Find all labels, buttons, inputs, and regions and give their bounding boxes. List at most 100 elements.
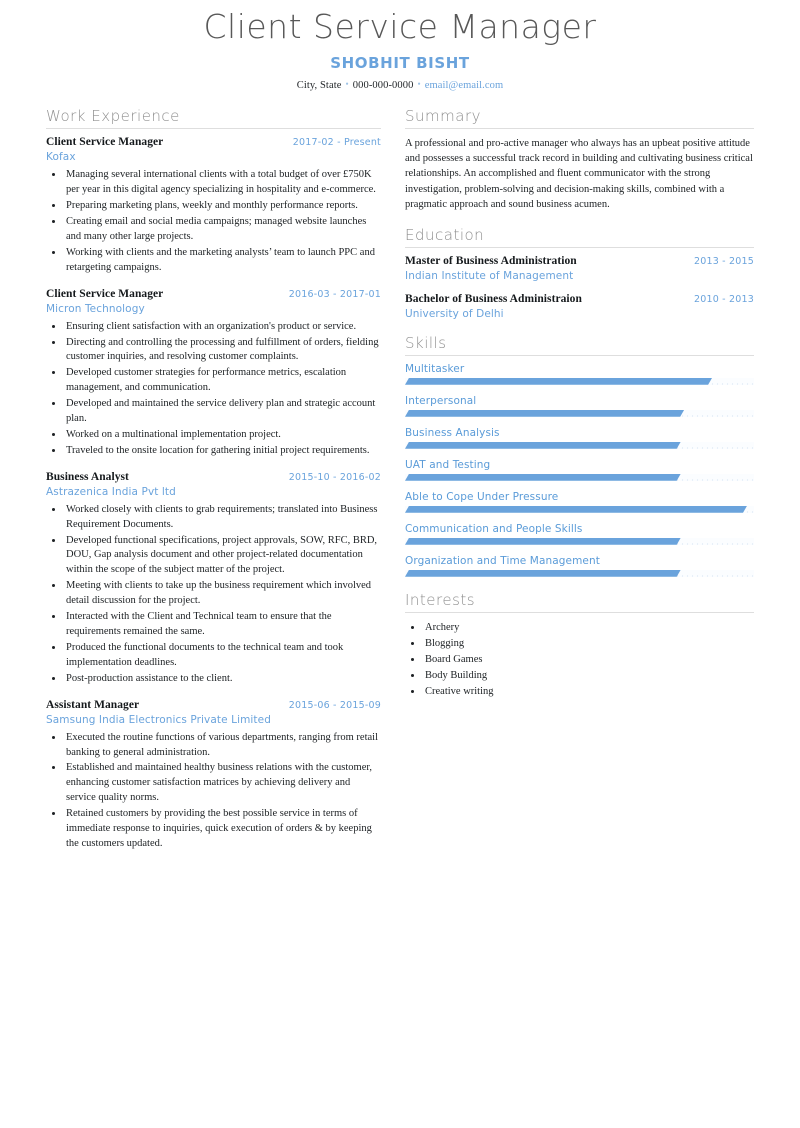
bullet-item: Established and maintained healthy busin… [64,761,381,806]
work-entry-company: Samsung India Electronics Private Limite… [46,713,271,726]
summary-text: A professional and pro-active manager wh… [405,138,753,210]
work-entry: Client Service Manager 2017-02 - Present K… [46,136,381,275]
contact-line: City, State • 000-000-0000 • email@email.com [0,79,800,91]
section-divider [405,354,754,356]
skill-progress-track [405,441,754,449]
bullet-item: Working with clients and the marketing a… [64,246,381,276]
work-entry-header: Assistant Manager 2015-06 - 2015-09 [46,699,381,711]
skill-progress-track [405,377,754,385]
skill-item: Able to Cope Under Pressure [405,491,754,513]
section-divider [405,128,754,130]
bullet-item: Worked on a multinational implementation… [64,428,381,443]
bullet-item: Retained customers by providing the best… [64,807,381,852]
skills-heading: Skills [405,333,447,352]
interest-item: Blogging [423,636,754,652]
work-entry-role: Assistant Manager [46,698,140,711]
left-column: Work Experience Client Service Manager 20… [46,107,395,864]
work-entry-company: Astrazenica India Pvt ltd [46,485,176,498]
skill-progress-track [405,473,754,481]
education-entry-header: Master of Business Administration 2013 - … [405,255,754,267]
skill-progress-fill [405,538,681,545]
bullet-item: Directing and controlling the processing… [64,336,381,366]
work-entry-date: 2016-03 - 2017-01 [288,288,381,300]
section-work-experience: Work Experience Client Service Manager 20… [46,107,381,852]
work-entry-role: Business Analyst [46,470,129,483]
skill-item: Interpersonal [405,395,754,417]
bullet-item: Meeting with clients to take up the busi… [64,579,381,609]
education-heading: Education [405,225,485,244]
section-divider [405,611,754,613]
right-column: Summary A professional and pro-active ma… [395,107,754,701]
resume-columns: Work Experience Client Service Manager 20… [0,107,800,864]
education-entry: Bachelor of Business Administraion 2010 -… [405,293,754,320]
section-divider [46,128,381,130]
education-entry-header: Bachelor of Business Administraion 2010 -… [405,293,754,305]
skill-progress-track [405,409,754,417]
candidate-name: SHOBHIT BISHT [330,54,470,73]
bullet-item: Preparing marketing plans, weekly and mo… [64,199,381,214]
interests-list: ArcheryBloggingBoard GamesBody BuildingC… [405,620,754,700]
summary-heading: Summary [405,107,481,126]
contact-email[interactable]: email@email.com [425,80,504,91]
education-degree: Master of Business Administration [405,254,577,267]
skill-item: Communication and People Skills [405,523,754,545]
bullet-item: Developed customer strategies for perfor… [64,366,381,396]
bullet-item: Traveled to the onsite location for gath… [64,444,381,459]
interest-item: Body Building [423,668,754,684]
contact-separator-1: • [345,79,349,90]
contact-separator-2: • [417,79,421,90]
contact-phone: 000-000-0000 [352,80,414,92]
skill-progress-fill [405,570,681,577]
section-education: Education Master of Business Administrat… [405,226,754,320]
work-entry-bullets: Managing several international clients w… [46,168,381,275]
section-skills: Skills Multitasker Interpersonal Business … [405,334,754,577]
work-entry-bullets: Worked closely with clients to grab requ… [46,503,381,687]
work-experience-heading: Work Experience [46,107,180,126]
skill-item: Business Analysis [405,427,754,449]
skill-label: Multitasker [405,362,465,375]
bullet-item: Ensuring client satisfaction with an org… [64,320,381,335]
work-entry-role: Client Service Manager [46,287,164,300]
skill-progress-track [405,537,754,545]
bullet-item: Managing several international clients w… [64,168,381,198]
work-entry-date: 2015-10 - 2016-02 [288,471,381,483]
skill-list: Multitasker Interpersonal Business Analysi… [405,363,754,577]
work-entry-company: Kofax [46,151,76,164]
education-entry: Master of Business Administration 2013 - … [405,255,754,282]
skill-item: Multitasker [405,363,754,385]
work-entry: Business Analyst 2015-10 - 2016-02 Astraze… [46,471,381,687]
bullet-item: Developed functional specifications, pro… [64,534,381,579]
work-entry-bullets: Ensuring client satisfaction with an org… [46,320,381,459]
skill-progress-track [405,569,754,577]
interest-item: Creative writing [423,684,754,700]
education-entry-list: Master of Business Administration 2013 - … [405,255,754,320]
bullet-item: Developed and maintained the service del… [64,397,381,427]
page-title: Client Service Manager [203,7,597,46]
bullet-item: Interacted with the Client and Technical… [64,610,381,640]
work-entry-company: Micron Technology [46,302,145,315]
skill-item: Organization and Time Management [405,555,754,577]
skill-item: UAT and Testing [405,459,754,481]
interest-item: Archery [423,620,754,636]
work-entry-date: 2017-02 - Present [292,137,381,149]
education-degree: Bachelor of Business Administraion [405,292,582,305]
education-date: 2013 - 2015 [693,255,754,267]
work-entry-date: 2015-06 - 2015-09 [288,699,381,711]
skill-label: Business Analysis [405,426,500,439]
skill-progress-fill [405,442,681,449]
work-entry-list: Client Service Manager 2017-02 - Present K… [46,136,381,852]
work-entry-header: Client Service Manager 2017-02 - Present [46,136,381,148]
bullet-item: Executed the routine functions of variou… [64,731,381,761]
resume-header: Client Service Manager SHOBHIT BISHT Cit… [0,0,800,91]
bullet-item: Worked closely with clients to grab requ… [64,503,381,533]
section-divider [405,246,754,248]
skill-label: Interpersonal [405,394,477,407]
work-entry-header: Business Analyst 2015-10 - 2016-02 [46,471,381,483]
work-entry-bullets: Executed the routine functions of variou… [46,731,381,852]
work-entry: Client Service Manager 2016-03 - 2017-01 M… [46,288,381,459]
interest-item: Board Games [423,652,754,668]
skill-progress-fill [405,378,712,385]
work-entry-role: Client Service Manager [46,136,164,149]
education-date: 2010 - 2013 [693,293,754,305]
skill-progress-fill [405,506,747,513]
